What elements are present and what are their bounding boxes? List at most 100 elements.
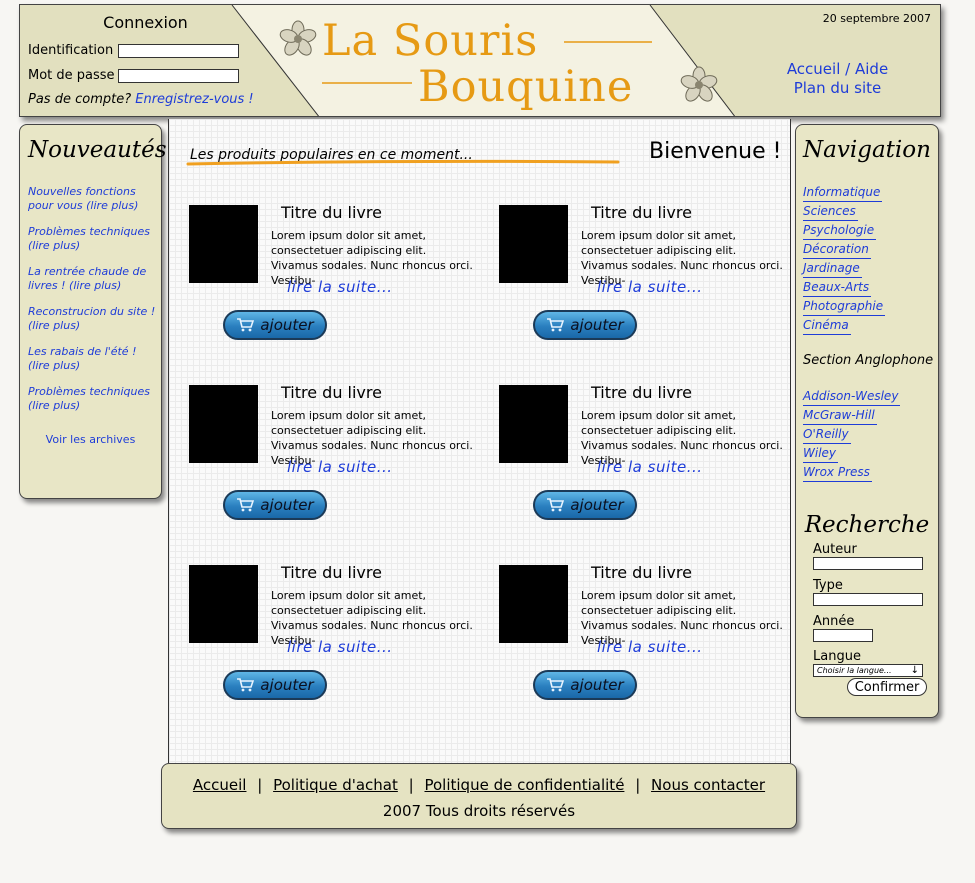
publisher-link[interactable]: Wiley	[803, 444, 839, 463]
book-cover-image[interactable]	[499, 385, 568, 463]
publisher-link[interactable]: Wrox Press	[803, 463, 872, 482]
book-cover-image[interactable]	[499, 205, 568, 283]
book-title[interactable]: Titre du livre	[591, 563, 692, 582]
cart-icon	[547, 678, 565, 692]
author-input[interactable]	[813, 557, 923, 570]
archives-link[interactable]: Voir les archives	[20, 433, 161, 446]
book-title[interactable]: Titre du livre	[281, 383, 382, 402]
news-item[interactable]: Les rabais de l'été ! (lire plus)	[28, 345, 158, 373]
publisher-link[interactable]: McGraw-Hill	[803, 406, 877, 425]
book-title[interactable]: Titre du livre	[591, 383, 692, 402]
add-to-cart-button[interactable]: ajouter	[223, 670, 327, 700]
add-to-cart-button[interactable]: ajouter	[533, 670, 637, 700]
no-account-text: Pas de compte?	[28, 92, 132, 107]
language-select-value: Choisir la langue...	[817, 666, 892, 675]
news-item[interactable]: La rentrée chaude de livres ! (lire plus…	[28, 265, 158, 293]
book-cover-image[interactable]	[189, 565, 258, 643]
subtitle-underline	[186, 159, 620, 166]
language-field: Langue Choisir la langue... ↓	[813, 649, 938, 677]
read-more-link[interactable]: lire la suite...	[287, 458, 393, 476]
cart-icon	[237, 498, 255, 512]
anglo-section-title: Section Anglophone	[803, 353, 934, 368]
password-label: Mot de passe	[28, 68, 115, 83]
news-item[interactable]: Problèmes techniques (lire plus)	[28, 225, 158, 253]
language-label: Langue	[813, 649, 861, 664]
category-link[interactable]: Psychologie	[803, 221, 877, 240]
footer-home-link[interactable]: Accueil	[193, 776, 247, 794]
category-link[interactable]: Sciences	[803, 202, 858, 221]
category-link[interactable]: Photographie	[803, 297, 886, 316]
read-more-link[interactable]: lire la suite...	[597, 458, 703, 476]
book-cover-image[interactable]	[189, 385, 258, 463]
current-date: 20 septembre 2007	[822, 12, 931, 25]
book-card: Titre du livre Lorem ipsum dolor sit amet…	[499, 203, 799, 345]
news-item[interactable]: Nouvelles fonctions pour vous (lire plus…	[28, 185, 158, 213]
category-link[interactable]: Décoration	[803, 240, 871, 259]
book-title[interactable]: Titre du livre	[281, 203, 382, 222]
add-to-cart-button[interactable]: ajouter	[223, 490, 327, 520]
read-more-link[interactable]: lire la suite...	[597, 278, 703, 296]
category-link[interactable]: Informatique	[803, 183, 883, 202]
footer-separator: |	[635, 776, 641, 794]
help-link[interactable]: Aide	[855, 60, 888, 78]
confirm-button[interactable]: Confirmer	[847, 678, 927, 696]
add-to-cart-label: ajouter	[570, 496, 624, 514]
book-card: Titre du livre Lorem ipsum dolor sit amet…	[189, 203, 489, 345]
category-link[interactable]: Beaux-Arts	[803, 278, 872, 297]
signup-line: Pas de compte? Enregistrez-vous !	[28, 92, 254, 107]
type-input[interactable]	[813, 593, 923, 606]
news-panel: Nouveautés Nouvelles fonctions pour vous…	[19, 124, 167, 499]
language-select[interactable]: Choisir la langue... ↓	[813, 664, 923, 677]
welcome-title: Bienvenue !	[649, 139, 782, 164]
add-to-cart-button[interactable]: ajouter	[533, 490, 637, 520]
footer-separator: |	[408, 776, 414, 794]
publisher-link[interactable]: O'Reilly	[803, 425, 851, 444]
book-title[interactable]: Titre du livre	[281, 563, 382, 582]
news-item[interactable]: Problèmes techniques (lire plus)	[28, 385, 158, 413]
type-field: Type	[813, 578, 938, 606]
add-to-cart-button[interactable]: ajouter	[223, 310, 327, 340]
book-card: Titre du livre Lorem ipsum dolor sit amet…	[189, 383, 489, 525]
read-more-link[interactable]: lire la suite...	[287, 278, 393, 296]
book-title[interactable]: Titre du livre	[591, 203, 692, 222]
password-input[interactable]	[118, 68, 239, 83]
footer-privacy-link[interactable]: Politique de confidentialité	[424, 776, 624, 794]
book-card: Titre du livre Lorem ipsum dolor sit amet…	[499, 383, 799, 525]
sitemap-link[interactable]: Plan du site	[794, 79, 882, 97]
home-link[interactable]: Accueil	[787, 60, 841, 78]
flower-icon	[680, 66, 718, 102]
publisher-link[interactable]: Addison-Wesley	[803, 387, 901, 406]
footer-links: Accueil | Politique d'achat | Politique …	[162, 776, 796, 794]
search-title: Recherche	[804, 512, 930, 538]
cart-icon	[547, 498, 565, 512]
footer-contact-link[interactable]: Nous contacter	[651, 776, 765, 794]
category-link[interactable]: Jardinage	[803, 259, 862, 278]
add-to-cart-button[interactable]: ajouter	[533, 310, 637, 340]
type-label: Type	[813, 578, 843, 593]
top-links: Accueil / Aide Plan du site	[760, 60, 915, 98]
link-separator: /	[845, 60, 851, 78]
login-title: Connexion	[103, 13, 188, 32]
author-field: Auteur	[813, 542, 938, 570]
read-more-link[interactable]: lire la suite...	[287, 638, 393, 656]
site-header: Connexion Identification Mot de passe Pa…	[19, 4, 941, 117]
read-more-link[interactable]: lire la suite...	[597, 638, 703, 656]
add-to-cart-label: ajouter	[260, 316, 314, 334]
id-input[interactable]	[118, 43, 239, 58]
flower-icon	[279, 20, 317, 56]
book-card: Titre du livre Lorem ipsum dolor sit amet…	[189, 563, 489, 705]
navigation-title: Navigation	[803, 137, 931, 163]
book-cover-image[interactable]	[189, 205, 258, 283]
news-item[interactable]: Reconstrucion du site ! (lire plus)	[28, 305, 158, 333]
cart-icon	[547, 318, 565, 332]
footer-purchase-policy-link[interactable]: Politique d'achat	[273, 776, 398, 794]
add-to-cart-label: ajouter	[260, 496, 314, 514]
logo-line1: La Souris	[322, 16, 538, 66]
id-label: Identification	[28, 43, 114, 58]
year-field: Année	[813, 614, 938, 642]
news-title: Nouveautés	[28, 137, 167, 163]
category-link[interactable]: Cinéma	[803, 316, 851, 335]
copyright: 2007 Tous droits réservés	[382, 802, 576, 820]
year-input[interactable]	[813, 629, 873, 642]
book-cover-image[interactable]	[499, 565, 568, 643]
